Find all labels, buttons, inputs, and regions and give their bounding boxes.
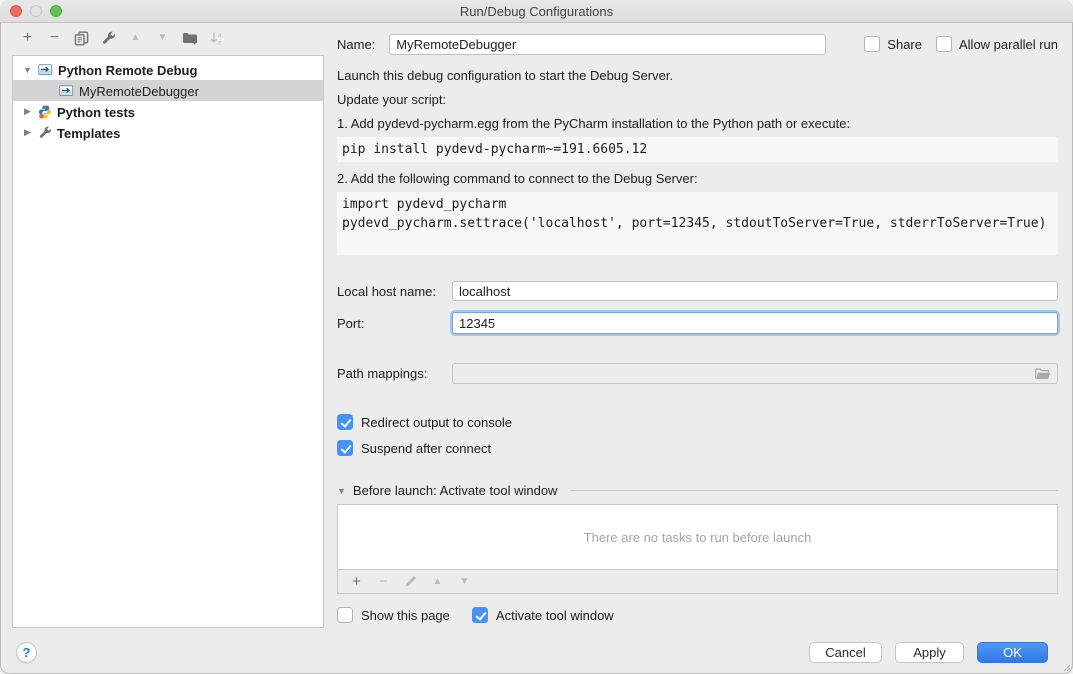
tree-item-label: Templates bbox=[57, 125, 120, 141]
tree-item-label: Python tests bbox=[57, 104, 135, 120]
port-row: Port: bbox=[337, 312, 1058, 334]
local-host-label: Local host name: bbox=[337, 284, 452, 299]
suspend-after-connect-checkbox[interactable] bbox=[337, 440, 353, 456]
resize-grip[interactable] bbox=[1061, 662, 1071, 672]
configuration-editor: Name: Share Allow parallel run Launch th… bbox=[337, 23, 1058, 623]
redirect-output-row: Redirect output to console bbox=[337, 414, 1058, 430]
cancel-button[interactable]: Cancel bbox=[809, 642, 882, 663]
window-controls bbox=[10, 5, 62, 17]
port-label: Port: bbox=[337, 316, 452, 331]
chevron-down-icon[interactable]: ▼ bbox=[22, 65, 33, 75]
chevron-right-icon[interactable]: ▶ bbox=[22, 127, 33, 138]
title-bar[interactable]: Run/Debug Configurations bbox=[0, 0, 1073, 23]
add-configuration-icon[interactable]: + bbox=[14, 28, 41, 48]
close-window-button[interactable] bbox=[10, 5, 22, 17]
sort-az-icon: a z bbox=[210, 31, 224, 45]
edit-configuration-icon[interactable] bbox=[95, 28, 122, 48]
redirect-output-checkbox[interactable] bbox=[337, 414, 353, 430]
section-divider bbox=[570, 490, 1058, 491]
path-mappings-label: Path mappings: bbox=[337, 366, 452, 381]
name-row: Name: Share Allow parallel run bbox=[337, 33, 1058, 55]
dialog-buttons: Cancel Apply OK bbox=[809, 642, 1048, 663]
apply-button[interactable]: Apply bbox=[895, 642, 964, 663]
remote-debug-icon bbox=[38, 63, 53, 76]
window-title: Run/Debug Configurations bbox=[460, 4, 613, 19]
python-tests-icon bbox=[38, 105, 52, 119]
page-options-row: Show this page Activate tool window bbox=[337, 607, 1058, 623]
share-checkbox[interactable] bbox=[864, 36, 880, 52]
show-this-page-label[interactable]: Show this page bbox=[361, 608, 450, 623]
code-line-2: pydevd_pycharm.settrace('localhost', por… bbox=[342, 216, 1046, 231]
tree-item-python-remote-debug[interactable]: ▼ Python Remote Debug bbox=[13, 59, 323, 80]
folder-plus-icon bbox=[182, 31, 198, 45]
redirect-output-label[interactable]: Redirect output to console bbox=[361, 415, 512, 430]
suspend-after-connect-label[interactable]: Suspend after connect bbox=[361, 441, 491, 456]
zoom-window-button[interactable] bbox=[50, 5, 62, 17]
chevron-right-icon[interactable]: ▶ bbox=[22, 106, 33, 117]
add-task-icon[interactable]: + bbox=[343, 572, 370, 592]
tree-item-python-tests[interactable]: ▶ Python tests bbox=[13, 101, 323, 122]
settrace-code-block: import pydevd_pycharm pydevd_pycharm.sett… bbox=[337, 192, 1058, 255]
move-task-up-icon: ▲ bbox=[424, 572, 451, 592]
run-debug-configurations-dialog: Run/Debug Configurations + − ▲ ▼ bbox=[0, 0, 1073, 674]
activate-tool-window-label[interactable]: Activate tool window bbox=[496, 608, 614, 623]
share-group: Share bbox=[864, 36, 922, 52]
path-mappings-row: Path mappings: bbox=[337, 363, 1058, 384]
path-mappings-field[interactable] bbox=[452, 363, 1058, 384]
allow-parallel-run-group: Allow parallel run bbox=[936, 36, 1058, 52]
instruction-step-2: 2. Add the following command to connect … bbox=[337, 171, 1058, 186]
help-button[interactable]: ? bbox=[16, 642, 37, 663]
copy-icon bbox=[74, 31, 89, 46]
configurations-tree: ▼ Python Remote Debug bbox=[12, 55, 324, 628]
sort-alphabetically-icon: a z bbox=[203, 28, 230, 48]
share-label[interactable]: Share bbox=[887, 37, 922, 52]
wrench-icon bbox=[101, 31, 116, 46]
remote-debug-icon bbox=[59, 84, 74, 97]
copy-configuration-icon[interactable] bbox=[68, 28, 95, 48]
tree-item-templates[interactable]: ▶ Templates bbox=[13, 122, 323, 143]
tree-item-myremotedebugger[interactable]: MyRemoteDebugger bbox=[13, 80, 323, 101]
move-up-icon: ▲ bbox=[122, 28, 149, 48]
local-host-row: Local host name: bbox=[337, 281, 1058, 301]
instruction-line-2: Update your script: bbox=[337, 92, 1058, 107]
pip-install-code-block: pip install pydevd-pycharm~=191.6605.12 bbox=[337, 137, 1058, 162]
open-folder-icon[interactable] bbox=[1034, 367, 1052, 381]
local-host-input[interactable] bbox=[452, 281, 1058, 301]
pencil-icon bbox=[404, 575, 417, 588]
instruction-step-1: 1. Add pydevd-pycharm.egg from the PyCha… bbox=[337, 116, 1058, 131]
show-this-page-checkbox[interactable] bbox=[337, 607, 353, 623]
configurations-sidebar: + − ▲ ▼ bbox=[0, 23, 337, 674]
before-launch-title: Before launch: Activate tool window bbox=[353, 483, 558, 498]
question-mark-icon: ? bbox=[23, 645, 31, 660]
name-input[interactable] bbox=[389, 34, 826, 55]
remove-task-icon: − bbox=[370, 572, 397, 592]
activate-tool-window-checkbox[interactable] bbox=[472, 607, 488, 623]
ok-button[interactable]: OK bbox=[977, 642, 1048, 663]
suspend-after-connect-row: Suspend after connect bbox=[337, 440, 1058, 456]
code-line-1: import pydevd_pycharm bbox=[342, 197, 506, 212]
minimize-window-button bbox=[30, 5, 42, 17]
templates-wrench-icon bbox=[38, 126, 52, 140]
before-launch-header: ▼ Before launch: Activate tool window bbox=[337, 483, 1058, 498]
top-checkboxes: Share Allow parallel run bbox=[864, 36, 1058, 52]
move-task-down-icon: ▼ bbox=[451, 572, 478, 592]
edit-task-icon bbox=[397, 572, 424, 592]
allow-parallel-run-checkbox[interactable] bbox=[936, 36, 952, 52]
svg-text:a: a bbox=[218, 32, 222, 39]
tree-item-label: Python Remote Debug bbox=[58, 62, 197, 78]
instruction-line-1: Launch this debug configuration to start… bbox=[337, 68, 1058, 83]
svg-text:z: z bbox=[218, 40, 221, 46]
before-launch-task-list: There are no tasks to run before launch bbox=[337, 504, 1058, 570]
collapse-section-icon[interactable]: ▼ bbox=[337, 486, 346, 496]
move-down-icon: ▼ bbox=[149, 28, 176, 48]
new-folder-icon[interactable] bbox=[176, 28, 203, 48]
tree-item-label: MyRemoteDebugger bbox=[79, 83, 199, 99]
name-label: Name: bbox=[337, 37, 375, 52]
sidebar-toolbar: + − ▲ ▼ bbox=[0, 23, 337, 53]
empty-task-message: There are no tasks to run before launch bbox=[584, 530, 812, 545]
task-list-toolbar: + − ▲ ▼ bbox=[337, 570, 1058, 594]
allow-parallel-run-label[interactable]: Allow parallel run bbox=[959, 37, 1058, 52]
port-input[interactable] bbox=[452, 312, 1058, 334]
remove-configuration-icon[interactable]: − bbox=[41, 28, 68, 48]
